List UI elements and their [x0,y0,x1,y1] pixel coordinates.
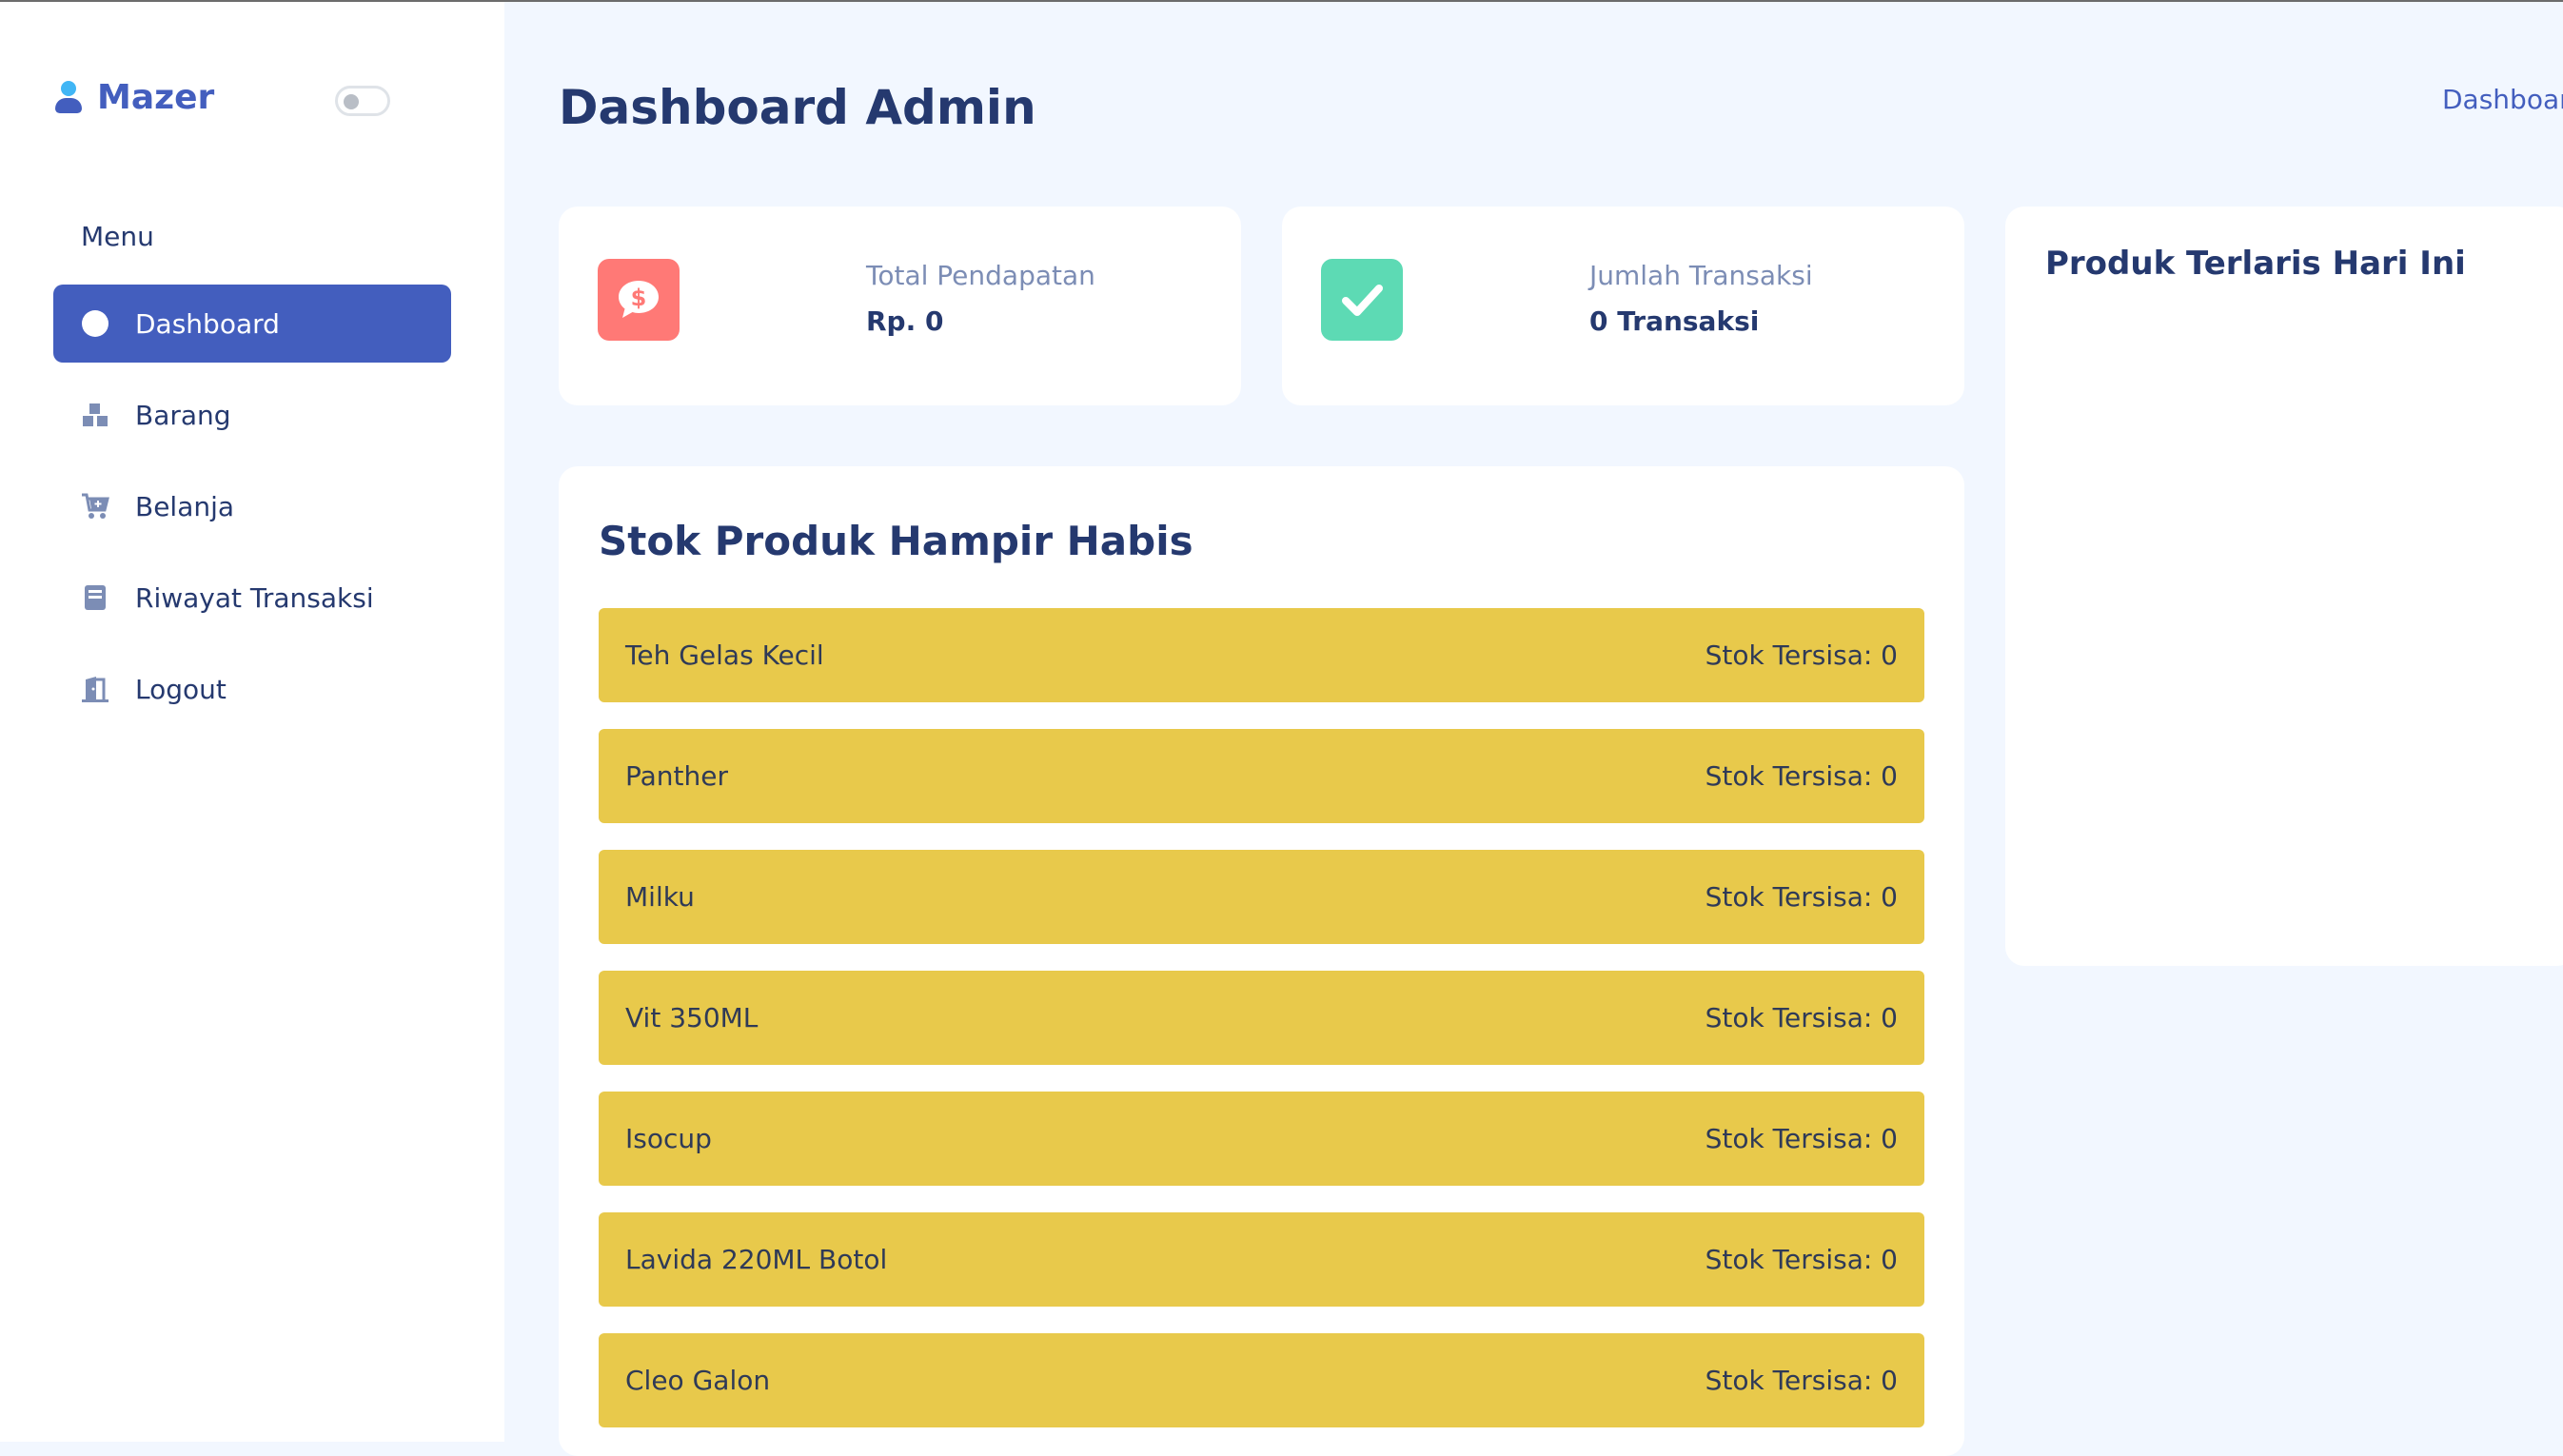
stock-remaining: Stok Tersisa: 0 [1705,639,1898,671]
stock-remaining: Stok Tersisa: 0 [1705,1002,1898,1033]
list-item: Panther Stok Tersisa: 0 [599,729,1924,823]
sidebar-item-dashboard[interactable]: Dashboard [53,285,451,363]
stat-value: 0 Transaksi [1589,305,1760,337]
user-icon [53,79,82,117]
stat-value: Rp. 0 [866,305,944,337]
product-name: Cleo Galon [625,1365,771,1396]
list-item: Milku Stok Tersisa: 0 [599,850,1924,944]
stock-remaining: Stok Tersisa: 0 [1705,1244,1898,1275]
sidebar-menu: Dashboard Barang Belanja Riwayat Transak… [53,285,451,741]
list-item: Vit 350ML Stok Tersisa: 0 [599,971,1924,1065]
sidebar-item-label: Belanja [135,490,235,522]
product-name: Teh Gelas Kecil [625,639,824,671]
stock-remaining: Stok Tersisa: 0 [1705,1365,1898,1396]
list-item: Teh Gelas Kecil Stok Tersisa: 0 [599,608,1924,702]
page-title: Dashboard Admin [559,80,1036,135]
sidebar-item-label: Barang [135,399,231,431]
theme-toggle[interactable] [335,86,390,116]
list-item: Cleo Galon Stok Tersisa: 0 [599,1333,1924,1427]
sidebar-item-barang[interactable]: Barang [53,376,451,454]
stock-remaining: Stok Tersisa: 0 [1705,881,1898,913]
low-stock-card: Stok Produk Hampir Habis Teh Gelas Kecil… [559,466,1964,1456]
dollar-chat-icon: $ [598,259,680,341]
brand-name: Mazer [97,78,215,117]
svg-text:$: $ [631,285,647,311]
list-item: Lavida 220ML Botol Stok Tersisa: 0 [599,1212,1924,1307]
stat-card-jumlah-transaksi: Jumlah Transaksi 0 Transaksi [1282,207,1964,405]
brand-logo[interactable]: Mazer [53,78,214,117]
product-name: Milku [625,881,695,913]
card-title: Produk Terlaris Hari Ini [2045,245,2466,283]
cart-plus-icon [80,491,110,521]
sidebar-item-label: Logout [135,673,227,705]
product-name: Isocup [625,1123,712,1154]
stat-card-total-pendapatan: $ Total Pendapatan Rp. 0 [559,207,1241,405]
list-item: Isocup Stok Tersisa: 0 [599,1092,1924,1186]
product-name: Panther [625,760,728,792]
menu-title: Menu [81,221,154,252]
sidebar-item-label: Riwayat Transaksi [135,581,374,614]
best-seller-card: Produk Terlaris Hari Ini [2005,207,2563,966]
low-stock-list: Teh Gelas Kecil Stok Tersisa: 0 Panther … [599,608,1924,1454]
stat-label: Jumlah Transaksi [1589,260,1813,291]
boxes-icon [80,400,110,430]
door-icon [80,674,110,704]
book-icon [80,582,110,613]
stat-label: Total Pendapatan [866,260,1095,291]
breadcrumb[interactable]: Dashboard [2442,84,2563,115]
sidebar-item-label: Dashboard [135,307,280,340]
check-icon [1321,259,1403,341]
sidebar-item-riwayat-transaksi[interactable]: Riwayat Transaksi [53,559,451,637]
sidebar: Mazer Menu Dashboard Barang Belanja Riwa… [0,2,504,1442]
sidebar-item-logout[interactable]: Logout [53,650,451,728]
product-name: Vit 350ML [625,1002,759,1033]
card-title: Stok Produk Hampir Habis [599,518,1193,564]
toggle-knob [344,94,359,109]
sidebar-item-belanja[interactable]: Belanja [53,467,451,545]
stock-remaining: Stok Tersisa: 0 [1705,760,1898,792]
product-name: Lavida 220ML Botol [625,1244,888,1275]
circle-icon [80,308,110,339]
stock-remaining: Stok Tersisa: 0 [1705,1123,1898,1154]
